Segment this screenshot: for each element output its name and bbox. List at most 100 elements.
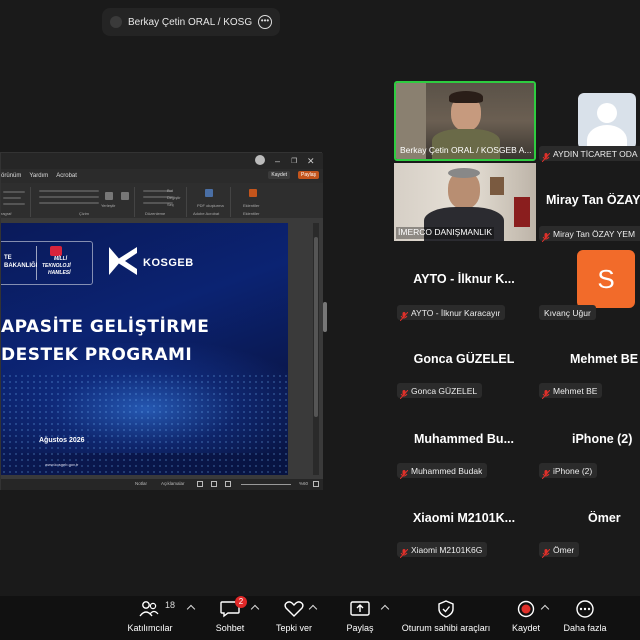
menu-acrobat[interactable]: Acrobat (56, 173, 77, 179)
more-icon (574, 600, 596, 618)
reading-view-icon[interactable] (225, 481, 231, 487)
chat-icon: 2 (219, 596, 247, 618)
ribbon-group-eklentiler: Eklentiler Eklentiler (235, 187, 275, 217)
notes-toggle[interactable]: Notlar (135, 481, 147, 486)
kosgeb-wordmark: KOSGEB (143, 257, 194, 269)
participant-tile-iphone[interactable]: iPhone (2) iPhone (2) (536, 400, 640, 480)
screen-share-title: Berkay Çetin ORAL / KOSGEB AYD (128, 16, 252, 28)
menu-gorunum[interactable]: örünüm (1, 173, 21, 179)
app-statusbar: Notlar Açıklamalar %60 (1, 479, 323, 490)
mic-muted-icon (399, 466, 409, 480)
participant-tile-kivanc[interactable]: S Kıvanç Uğur (536, 242, 640, 320)
menu-yardim[interactable]: Yardım (29, 173, 48, 179)
participant-tile-ayto[interactable]: AYTO - İlknur K... AYTO - İlknur Karacay… (394, 242, 534, 322)
presentation-slide: TE BAKANLIĞI MİLLİ TEKNOLOJİ HAMLESİ KOS… (1, 223, 288, 475)
record-button[interactable]: Kaydet (508, 598, 544, 638)
participants-caret-icon[interactable] (186, 604, 196, 614)
shared-screen: – ❐ ✕ örünüm Yardım Acrobat Kaydet Payla… (0, 152, 323, 490)
letter-avatar: S (577, 250, 635, 308)
replace-label[interactable]: Değiştir (167, 195, 181, 200)
default-avatar-icon (578, 93, 636, 149)
mic-muted-icon (541, 545, 551, 559)
participant-display-name: Xiaomi M2101K... (412, 511, 516, 525)
quick-styles-icon[interactable] (121, 192, 129, 200)
app-share-button[interactable]: Paylaş (297, 171, 319, 179)
share-button[interactable]: Paylaş (340, 598, 380, 638)
pdf-icon[interactable] (205, 189, 213, 197)
participant-tile-xiaomi[interactable]: Xiaomi M2101K... Xiaomi M2101K6G (394, 479, 534, 559)
mic-muted-icon (399, 308, 409, 322)
mic-muted-icon (541, 149, 551, 163)
zoom-level: %60 (299, 481, 309, 486)
mic-muted-icon (541, 229, 551, 243)
vertical-scrollbar[interactable] (313, 223, 319, 475)
user-avatar-icon (255, 155, 265, 165)
participant-tile-muhammed[interactable]: Muhammed Bu... Muhammed Budak (394, 400, 534, 480)
participant-name: Berkay Çetin ORAL / KOSGEB A... (400, 145, 532, 155)
ribbon-group-duzenleme: Bul Değiştir Seç Düzenleme (139, 187, 187, 217)
participant-display-name: AYTO - İlknur K... (413, 272, 515, 286)
chat-button[interactable]: 2 Sohbet (210, 596, 250, 638)
participant-tile-berkay[interactable]: Berkay Çetin ORAL / KOSGEB A... (394, 81, 536, 161)
participant-tile-imerco[interactable]: İMERCO DANIŞMANLIK (394, 163, 536, 241)
participant-tile-miray[interactable]: Miray Tan ÖZAY Miray Tan ÖZAY YEM (536, 163, 640, 243)
minimize-icon[interactable]: – (275, 156, 280, 166)
zoom-meeting-window: Berkay Çetin ORAL / KOSGEB AYD ••• – ❐ ✕… (0, 0, 640, 640)
participant-display-name: iPhone (2) (572, 432, 633, 446)
shield-icon (435, 600, 457, 618)
chat-unread-badge: 2 (235, 596, 247, 608)
ministry-logo-box: TE BAKANLIĞI MİLLİ TEKNOLOJİ HAMLESİ (1, 241, 93, 285)
ribbon-group-acrobat: PDF oluşturma Adobe Acrobat (191, 187, 231, 217)
sorter-view-icon[interactable] (211, 481, 217, 487)
record-icon (515, 600, 537, 618)
share-screen-icon (349, 600, 371, 618)
flag (514, 197, 530, 227)
more-button[interactable]: Daha fazla (562, 598, 608, 638)
fit-slide-icon[interactable] (313, 481, 319, 487)
split-view-handle[interactable] (323, 302, 327, 332)
participant-display-name: Muhammed Bu... (413, 432, 514, 446)
scrollbar-thumb[interactable] (314, 237, 318, 417)
participants-button[interactable]: 18 Katılımcılar (122, 598, 178, 638)
wall-picture (490, 177, 504, 195)
select-label[interactable]: Seç (167, 202, 174, 207)
addins-icon[interactable] (249, 189, 257, 197)
participants-count: 18 (165, 600, 176, 610)
participant-name: İMERCO DANIŞMANLIK (396, 227, 494, 239)
restore-icon[interactable]: ❐ (291, 157, 297, 165)
slide-title-line1: APASİTE GELİŞTİRME (1, 317, 210, 337)
close-icon[interactable]: ✕ (307, 156, 315, 167)
normal-view-icon[interactable] (197, 481, 203, 487)
participant-tile-aydin[interactable]: AYDIN TİCARET ODASI (536, 83, 640, 163)
ribbon-group-cizim: Yerleştir Çizim (35, 187, 135, 217)
more-icon[interactable]: ••• (258, 15, 272, 29)
participant-tile-omer[interactable]: Ömer Ömer (536, 479, 640, 559)
mic-muted-icon (399, 386, 409, 400)
mic-muted-icon (541, 386, 551, 400)
arrange-icon[interactable] (105, 192, 113, 200)
heart-icon (283, 600, 305, 618)
comments-toggle[interactable]: Açıklamalar (161, 481, 185, 486)
participant-tile-gonca[interactable]: Gonca GÜZELEL Gonca GÜZELEL (394, 320, 534, 400)
participant-tile-mehmet[interactable]: Mehmet BE Mehmet BE (536, 320, 640, 400)
participant-display-name: Miray Tan ÖZAY (546, 193, 640, 207)
chat-caret-icon[interactable] (250, 604, 260, 614)
app-titlebar: – ❐ ✕ (1, 153, 323, 169)
host-tools-button[interactable]: Oturum sahibi araçları (398, 598, 494, 638)
find-label[interactable]: Bul (167, 188, 173, 193)
app-save-button[interactable]: Kaydet (268, 171, 290, 179)
participant-display-name: Ömer (588, 511, 621, 525)
slide-title-line2: DESTEK PROGRAMI (1, 345, 193, 365)
meeting-toolbar: 18 Katılımcılar 2 Sohbet Tepki ver Payla… (0, 596, 640, 640)
mtf-logo-icon (50, 246, 62, 256)
mic-muted-icon (541, 466, 551, 480)
share-caret-icon[interactable] (380, 604, 390, 614)
participant-display-name: Mehmet BE (570, 352, 639, 366)
participants-icon: 18 (139, 600, 175, 618)
screen-share-banner[interactable]: Berkay Çetin ORAL / KOSGEB AYD ••• (102, 8, 280, 36)
slide-url: www.kosgeb.gov.tr (45, 462, 79, 467)
mic-muted-icon (399, 545, 409, 559)
kosgeb-logo-icon (107, 245, 139, 277)
zoom-slider[interactable] (241, 484, 291, 485)
react-button[interactable]: Tepki ver (272, 598, 316, 638)
